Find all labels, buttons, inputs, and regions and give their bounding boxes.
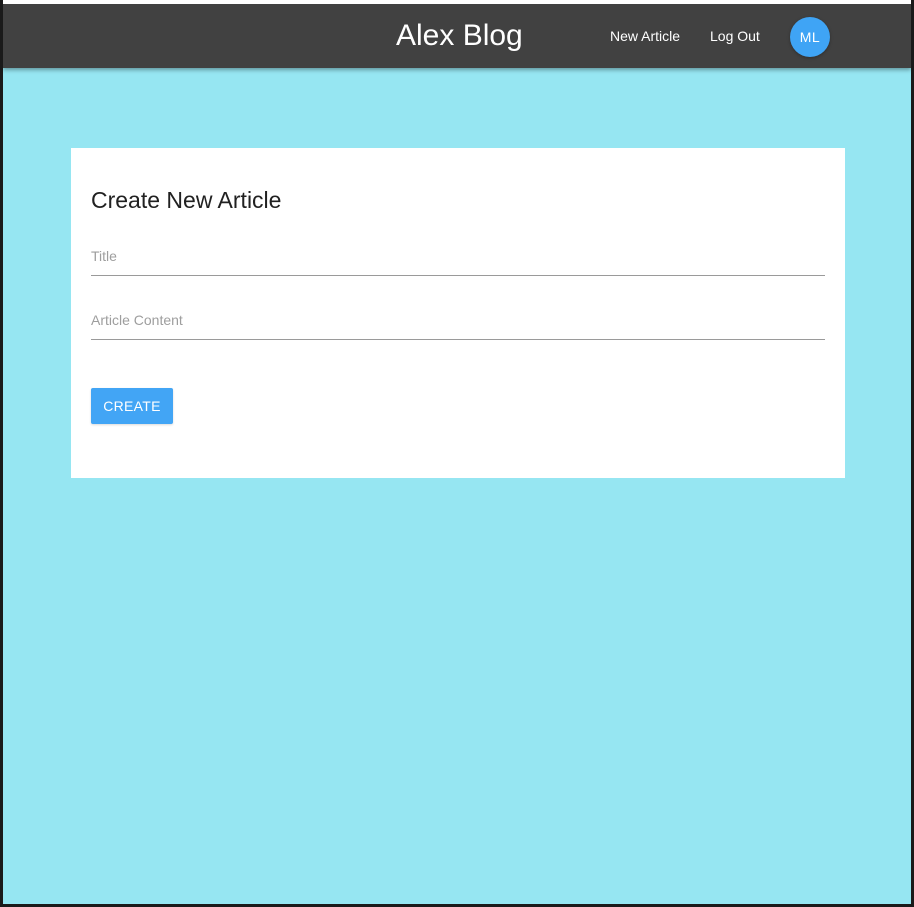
- log-out-link[interactable]: Log Out: [710, 26, 760, 46]
- form-title: Create New Article: [91, 187, 282, 213]
- title-input[interactable]: [91, 239, 825, 273]
- article-content-input[interactable]: [91, 303, 825, 337]
- create-article-card: Create New Article CREATE: [71, 148, 845, 478]
- page: Alex Blog New Article Log Out ML Create …: [3, 4, 911, 904]
- app-bar: Alex Blog New Article Log Out ML: [3, 4, 911, 68]
- title-field: [91, 239, 825, 276]
- new-article-link[interactable]: New Article: [610, 26, 680, 46]
- content-field: [91, 303, 825, 340]
- user-avatar[interactable]: ML: [790, 17, 830, 57]
- create-button[interactable]: CREATE: [91, 388, 173, 424]
- brand-title[interactable]: Alex Blog: [396, 18, 523, 54]
